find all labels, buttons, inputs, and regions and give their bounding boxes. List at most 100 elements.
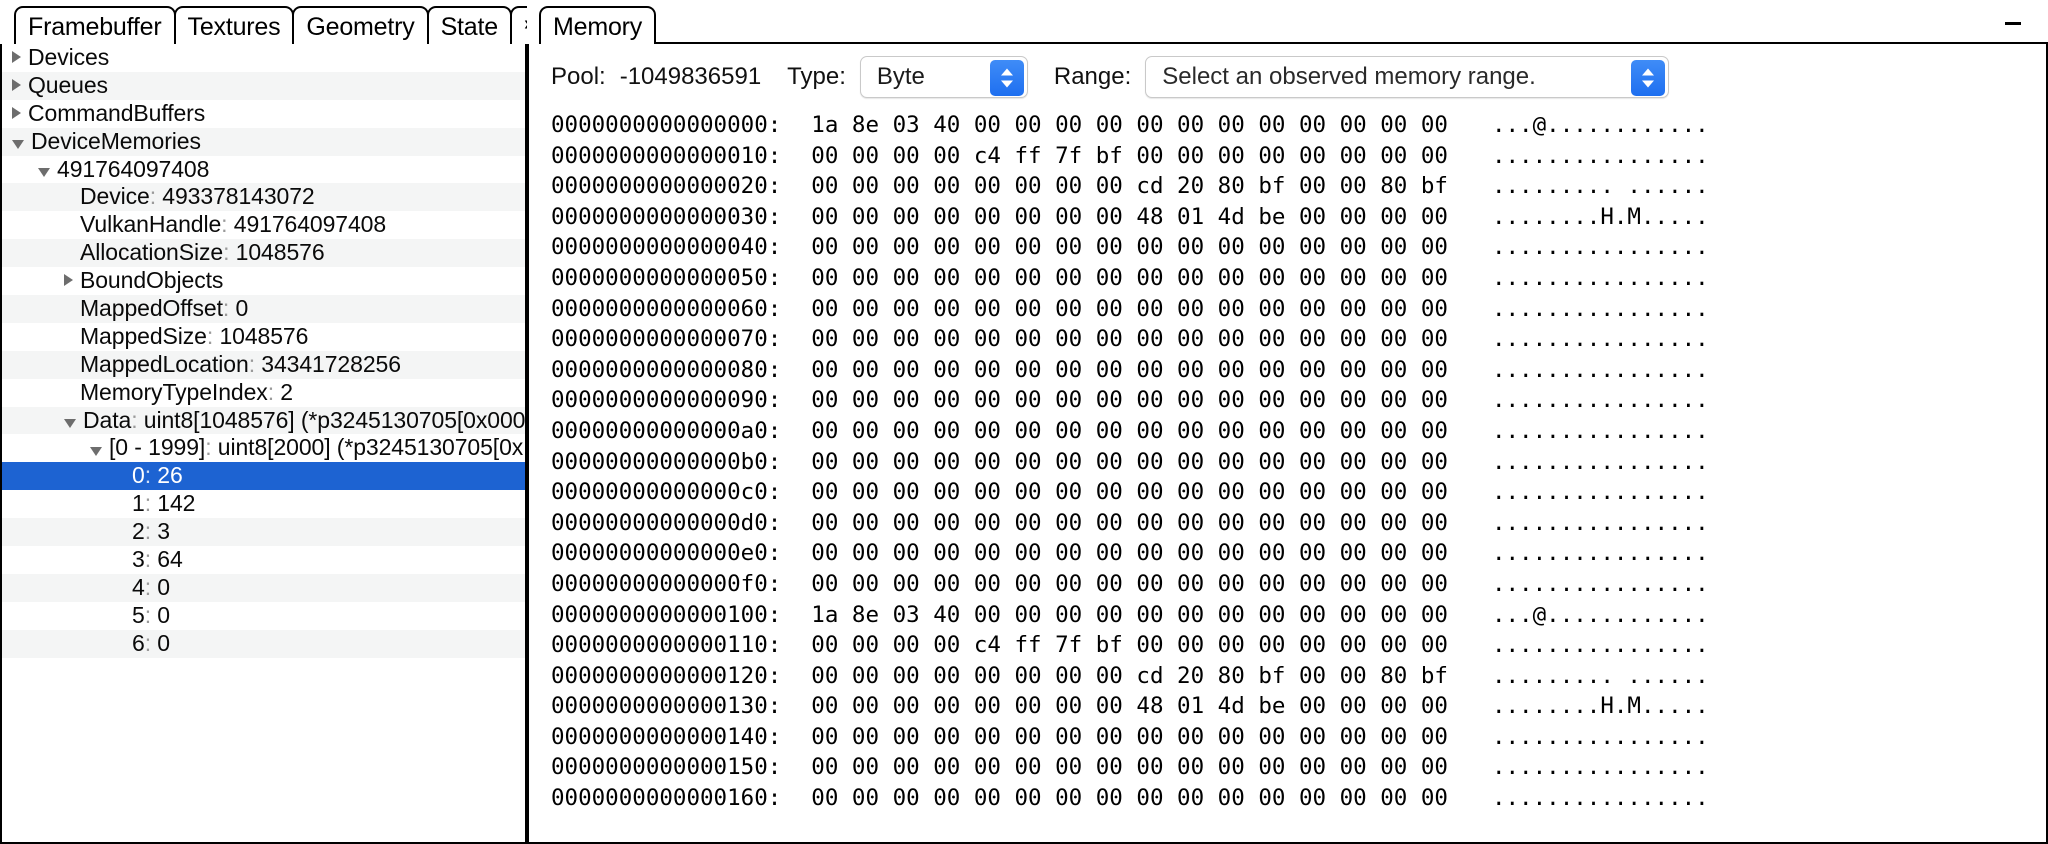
hex-dump-line[interactable]: 0000000000000160: 00 00 00 00 00 00 00 00… xyxy=(551,783,2046,814)
hex-dump-line[interactable]: 0000000000000150: 00 00 00 00 00 00 00 00… xyxy=(551,752,2046,783)
hex-ascii: ................ xyxy=(1491,785,1709,812)
hex-dump-line[interactable]: 0000000000000010: 00 00 00 00 c4 ff 7f bf… xyxy=(551,141,2046,172)
hex-ascii: ................ xyxy=(1491,264,1709,291)
hex-dump-line[interactable]: 0000000000000020: 00 00 00 00 00 00 00 00… xyxy=(551,171,2046,202)
triangle-right-icon[interactable] xyxy=(64,274,73,287)
state-tree-container[interactable]: Devices Queues CommandBuffers DeviceMemorie… xyxy=(0,44,527,844)
hex-bytes: 00 00 00 00 00 00 00 00 00 00 00 00 00 0… xyxy=(811,540,1448,567)
tree-row[interactable]: CommandBuffers xyxy=(2,100,525,128)
hex-ascii: ........H.M..... xyxy=(1491,693,1709,720)
tab-framebuffer[interactable]: Framebuffer xyxy=(14,6,176,44)
tree-row[interactable]: 5: 0 xyxy=(2,602,525,630)
hex-dump-line[interactable]: 0000000000000140: 00 00 00 00 00 00 00 00… xyxy=(551,722,2046,753)
hex-ascii: ...@............ xyxy=(1491,601,1709,628)
tree-row-key: 1 xyxy=(132,490,145,517)
hex-dump-line[interactable]: 0000000000000000: 1a 8e 03 40 00 00 00 00… xyxy=(551,110,2046,141)
tree-row[interactable]: 4: 0 xyxy=(2,573,525,602)
hex-dump-line[interactable]: 0000000000000120: 00 00 00 00 00 00 00 00… xyxy=(551,661,2046,692)
tree-row[interactable]: MappedLocation: 34341728256 xyxy=(2,350,525,379)
range-select[interactable]: Select an observed memory range. xyxy=(1145,56,1670,98)
hex-ascii: ...@............ xyxy=(1491,112,1709,138)
tree-row[interactable]: 491764097408 xyxy=(2,156,525,184)
range-select-value: Select an observed memory range. xyxy=(1162,63,1536,90)
hex-ascii: ................ xyxy=(1491,754,1709,781)
tree-row[interactable]: 0: 26 xyxy=(2,462,525,491)
tree-row[interactable]: AllocationSize: 1048576 xyxy=(2,239,525,268)
tree-row-separator: : xyxy=(267,378,281,405)
tree-row[interactable]: VulkanHandle: 491764097408 xyxy=(2,211,525,239)
tree-row-value: 64 xyxy=(157,546,183,573)
hex-dump-line[interactable]: 0000000000000110: 00 00 00 00 c4 ff 7f bf… xyxy=(551,630,2046,661)
hex-ascii: ................ xyxy=(1491,326,1709,353)
type-select-value: Byte xyxy=(876,63,925,90)
hex-dump-line[interactable]: 0000000000000080: 00 00 00 00 00 00 00 00… xyxy=(551,355,2046,386)
hex-dump[interactable]: 0000000000000000: 1a 8e 03 40 00 00 00 00… xyxy=(529,104,2046,814)
triangle-down-icon[interactable] xyxy=(90,446,102,456)
tree-row-key: MappedSize xyxy=(80,322,207,349)
hex-dump-line[interactable]: 00000000000000b0: 00 00 00 00 00 00 00 00… xyxy=(551,447,2046,478)
hex-address: 00000000000000d0: xyxy=(551,509,782,536)
tree-row[interactable]: Queues xyxy=(2,71,525,100)
hex-dump-line[interactable]: 0000000000000050: 00 00 00 00 00 00 00 00… xyxy=(551,263,2046,294)
tree-row[interactable]: MappedOffset: 0 xyxy=(2,295,525,323)
tree-row[interactable]: BoundObjects xyxy=(2,267,525,295)
tree-row-value: 0 xyxy=(157,629,170,656)
tree-row-separator: : xyxy=(131,406,144,433)
tree-row[interactable]: 3: 64 xyxy=(2,546,525,574)
tree-row-separator: : xyxy=(221,211,234,238)
triangle-down-icon[interactable] xyxy=(12,140,24,150)
hex-ascii: ......... ...... xyxy=(1491,173,1709,200)
tree-row-separator: : xyxy=(223,239,236,266)
tab-geometry[interactable]: Geometry xyxy=(292,6,429,44)
tree-row[interactable]: Device: 493378143072 xyxy=(2,183,525,212)
tab-state[interactable]: State xyxy=(426,6,512,44)
hex-dump-line[interactable]: 0000000000000070: 00 00 00 00 00 00 00 00… xyxy=(551,324,2046,355)
tree-row-separator: : xyxy=(144,601,158,628)
hex-dump-line[interactable]: 0000000000000100: 1a 8e 03 40 00 00 00 00… xyxy=(551,600,2046,631)
hex-dump-line[interactable]: 0000000000000040: 00 00 00 00 00 00 00 00… xyxy=(551,232,2046,263)
triangle-right-icon[interactable] xyxy=(12,78,21,91)
tree-row[interactable]: DeviceMemories xyxy=(2,127,525,156)
triangle-right-icon[interactable] xyxy=(12,106,21,119)
hex-dump-line[interactable]: 00000000000000d0: 00 00 00 00 00 00 00 00… xyxy=(551,508,2046,539)
tree-row[interactable]: 6: 0 xyxy=(2,629,525,658)
hex-dump-line[interactable]: 0000000000000030: 00 00 00 00 00 00 00 00… xyxy=(551,202,2046,233)
type-select[interactable]: Byte xyxy=(859,56,1028,98)
triangle-right-icon[interactable] xyxy=(12,50,21,63)
tab-textures[interactable]: Textures xyxy=(173,6,295,44)
tree-row[interactable]: MappedSize: 1048576 xyxy=(2,323,525,351)
hex-bytes: 00 00 00 00 00 00 00 00 00 00 00 00 00 0… xyxy=(811,234,1448,261)
tree-row[interactable]: Data: uint8[1048576] (*p3245130705[0x000 xyxy=(2,406,525,435)
hex-dump-line[interactable]: 0000000000000090: 00 00 00 00 00 00 00 00… xyxy=(551,385,2046,416)
hex-dump-line[interactable]: 00000000000000f0: 00 00 00 00 00 00 00 00… xyxy=(551,569,2046,600)
triangle-down-icon[interactable] xyxy=(38,167,50,177)
right-tab-bar: Memory xyxy=(527,0,2048,44)
hex-ascii: ................ xyxy=(1491,479,1709,506)
tree-row[interactable]: 2: 3 xyxy=(2,518,525,547)
hex-dump-line[interactable]: 0000000000000130: 00 00 00 00 00 00 00 00… xyxy=(551,691,2046,722)
hex-address: 00000000000000f0: xyxy=(551,570,782,597)
hex-bytes: 00 00 00 00 00 00 00 00 00 00 00 00 00 0… xyxy=(811,356,1448,383)
hex-dump-line[interactable]: 00000000000000c0: 00 00 00 00 00 00 00 00… xyxy=(551,477,2046,508)
hex-dump-line[interactable]: 0000000000000060: 00 00 00 00 00 00 00 00… xyxy=(551,294,2046,325)
hex-ascii: ................ xyxy=(1491,234,1709,261)
tab-memory[interactable]: Memory xyxy=(539,6,657,44)
chevron-updown-icon[interactable] xyxy=(1631,60,1666,96)
hex-dump-line[interactable]: 00000000000000e0: 00 00 00 00 00 00 00 00… xyxy=(551,538,2046,569)
tree-row-separator: : xyxy=(149,183,163,210)
tree-row-key: VulkanHandle xyxy=(80,211,222,238)
minimize-window-icon[interactable] xyxy=(1988,6,2038,44)
hex-dump-line[interactable]: 00000000000000a0: 00 00 00 00 00 00 00 00… xyxy=(551,416,2046,447)
chevron-updown-icon[interactable] xyxy=(989,60,1024,96)
tree-row[interactable]: [0 - 1999]: uint8[2000] (*p3245130705[0x xyxy=(2,434,525,462)
hex-ascii: ................ xyxy=(1491,540,1709,567)
tree-row[interactable]: Devices xyxy=(2,44,525,72)
tree-row[interactable]: 1: 142 xyxy=(2,490,525,518)
hex-ascii: ......... ...... xyxy=(1491,662,1709,689)
hex-ascii: ................ xyxy=(1491,142,1709,169)
tree-row[interactable]: MemoryTypeIndex: 2 xyxy=(2,379,525,407)
hex-ascii: ................ xyxy=(1491,570,1709,597)
tree-row-value: 2 xyxy=(280,378,293,405)
triangle-down-icon[interactable] xyxy=(64,419,76,428)
hex-bytes: 00 00 00 00 c4 ff 7f bf 00 00 00 00 00 0… xyxy=(811,142,1448,169)
